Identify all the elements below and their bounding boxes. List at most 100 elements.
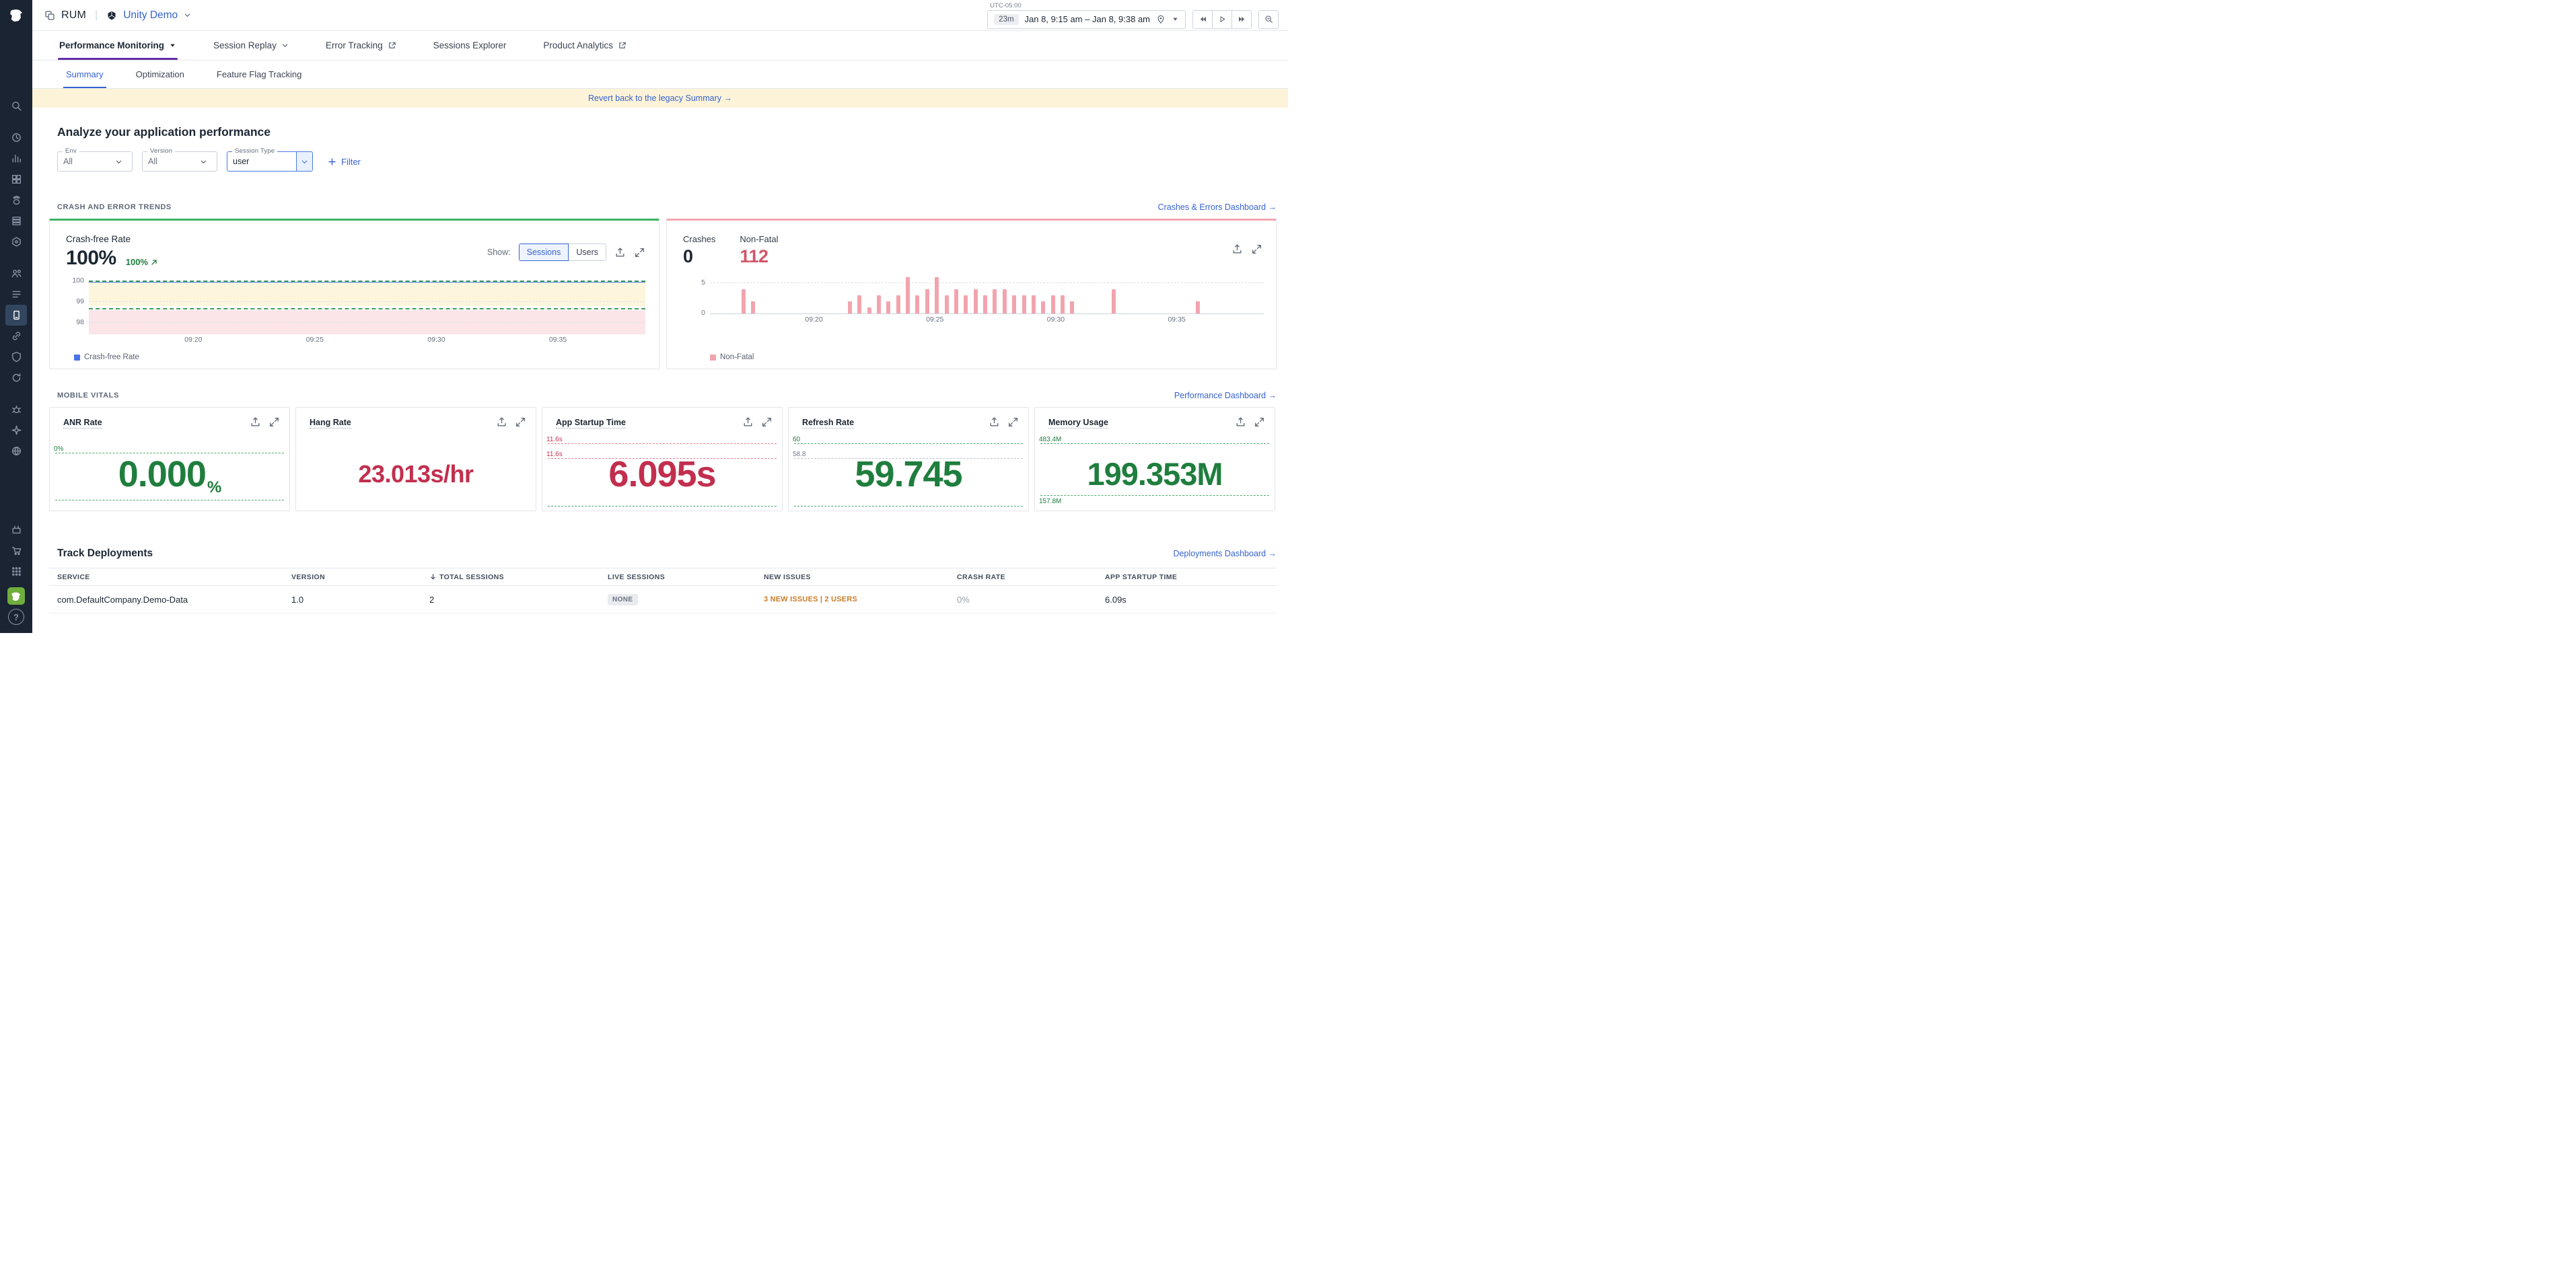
export-icon[interactable]: [742, 416, 754, 428]
subtab-summary[interactable]: Summary: [63, 61, 106, 88]
page-title: Analyze your application performance: [57, 125, 1277, 139]
card-title[interactable]: Hang Rate: [310, 418, 351, 429]
logs-icon[interactable]: [5, 284, 27, 305]
deployments-dashboard-link[interactable]: Deployments Dashboard →: [1173, 549, 1277, 558]
org-avatar[interactable]: [7, 587, 25, 605]
tab-sessions-explorer[interactable]: Sessions Explorer: [433, 31, 507, 60]
history-icon[interactable]: [5, 127, 27, 148]
play-button[interactable]: [1212, 10, 1232, 29]
dashboards-icon[interactable]: [5, 169, 27, 190]
non-fatal-bar: [1032, 295, 1036, 313]
time-range-selector[interactable]: 23m Jan 8, 9:15 am – Jan 8, 9:38 am: [987, 10, 1186, 29]
export-icon[interactable]: [496, 416, 507, 428]
non-fatal-bar: [925, 289, 929, 313]
subtab-optimization[interactable]: Optimization: [133, 61, 187, 88]
pin-icon[interactable]: [1156, 15, 1166, 24]
y-tick: 99: [76, 297, 89, 305]
metrics-icon[interactable]: [5, 148, 27, 169]
app-startup-time-value: 6.095s: [542, 441, 782, 507]
tab-performance-monitoring[interactable]: Performance Monitoring: [59, 31, 176, 60]
chevron-down-icon[interactable]: [184, 11, 191, 19]
export-icon[interactable]: [989, 416, 1000, 428]
cell-version: 1.0: [291, 595, 429, 605]
cell-new-issues[interactable]: 3 NEW ISSUES | 2 USERS: [764, 595, 957, 603]
tab-product-analytics[interactable]: Product Analytics: [543, 31, 627, 60]
ci-pipelines-icon[interactable]: [5, 326, 27, 346]
version-select[interactable]: Version All: [142, 151, 217, 172]
zoom-out-button[interactable]: [1258, 10, 1279, 29]
expand-icon[interactable]: [1007, 416, 1019, 428]
caret-down-icon[interactable]: [1172, 15, 1179, 23]
integrations-icon[interactable]: [5, 519, 27, 540]
add-filter-button[interactable]: Filter: [328, 157, 361, 167]
synthetics-icon[interactable]: [5, 367, 27, 388]
env-select[interactable]: Env All: [57, 151, 133, 172]
toggle-users-button[interactable]: Users: [568, 244, 606, 261]
col-app-startup-time[interactable]: APP STARTUP TIME: [1105, 573, 1277, 581]
skip-back-button[interactable]: [1192, 10, 1213, 29]
export-icon[interactable]: [1231, 244, 1243, 255]
datadog-logo-icon[interactable]: [0, 0, 32, 31]
non-fatal-stat: Non-Fatal 112: [740, 234, 778, 267]
export-icon[interactable]: [614, 247, 626, 258]
performance-dashboard-link[interactable]: Performance Dashboard →: [1174, 391, 1277, 400]
col-live-sessions[interactable]: LIVE SESSIONS: [608, 573, 764, 581]
table-row[interactable]: com.DefaultCompany.Demo-Data 1.0 2 NONE …: [49, 586, 1277, 613]
col-crash-rate[interactable]: CRASH RATE: [957, 573, 1105, 581]
sidebar-bottom-stack: ?: [5, 519, 27, 625]
card-title[interactable]: Refresh Rate: [802, 418, 854, 429]
expand-icon[interactable]: [269, 416, 280, 428]
tab-error-tracking[interactable]: Error Tracking: [326, 31, 396, 60]
non-fatal-bar: [974, 289, 978, 313]
revert-legacy-link[interactable]: Revert back to the legacy Summary →: [588, 94, 732, 103]
non-fatal-bar: [906, 277, 910, 313]
card-title[interactable]: App Startup Time: [556, 418, 626, 429]
x-axis-tick: 09:25: [306, 336, 324, 344]
chart-legend[interactable]: Non-Fatal: [710, 353, 754, 361]
card-title[interactable]: Memory Usage: [1048, 418, 1108, 429]
chart-legend[interactable]: Crash-free Rate: [74, 353, 139, 361]
non-fatal-bar-chart[interactable]: 5 0: [710, 276, 1264, 314]
col-new-issues[interactable]: NEW ISSUES: [764, 573, 957, 581]
col-total-sessions[interactable]: TOTAL SESSIONS: [429, 573, 608, 581]
llm-observability-icon[interactable]: [5, 420, 27, 441]
rum-icon[interactable]: [5, 305, 27, 326]
show-label: Show:: [487, 248, 511, 257]
session-type-select[interactable]: Session Type user: [227, 151, 313, 172]
security-icon[interactable]: [5, 346, 27, 367]
expand-icon[interactable]: [515, 416, 526, 428]
crashes-errors-dashboard-link[interactable]: Crashes & Errors Dashboard →: [1158, 202, 1277, 212]
marketplace-icon[interactable]: [5, 540, 27, 561]
expand-icon[interactable]: [1251, 244, 1262, 255]
cell-app-startup-time: 6.09s: [1105, 595, 1277, 605]
apm-icon[interactable]: [5, 231, 27, 252]
trend-up-icon: [150, 258, 158, 266]
help-icon[interactable]: ?: [8, 609, 24, 625]
skip-forward-button[interactable]: [1231, 10, 1252, 29]
app-switcher[interactable]: Unity Demo: [123, 9, 178, 22]
watchdog-icon[interactable]: [5, 190, 27, 211]
axis-label: 0%: [54, 445, 63, 453]
product-nav-tabs: Performance Monitoring Session Replay Er…: [32, 31, 1288, 61]
subtab-feature-flag-tracking[interactable]: Feature Flag Tracking: [214, 61, 304, 88]
tab-session-replay[interactable]: Session Replay: [213, 31, 289, 60]
non-fatal-bar: [896, 295, 900, 313]
export-icon[interactable]: [1235, 416, 1246, 428]
error-tracking-icon[interactable]: [5, 399, 27, 420]
col-service[interactable]: SERVICE: [57, 573, 291, 581]
expand-icon[interactable]: [634, 247, 645, 258]
export-icon[interactable]: [250, 416, 261, 428]
expand-icon[interactable]: [1254, 416, 1265, 428]
col-version[interactable]: VERSION: [291, 573, 429, 581]
card-title[interactable]: ANR Rate: [63, 418, 102, 429]
memory-usage-value: 199.353M: [1035, 441, 1275, 507]
service-catalog-icon[interactable]: [5, 263, 27, 284]
x-axis-tick: 09:20: [805, 315, 822, 324]
crash-free-rate-chart[interactable]: 100 99 98: [89, 281, 645, 334]
search-icon[interactable]: [5, 96, 27, 116]
infrastructure-icon[interactable]: [5, 211, 27, 231]
toggle-sessions-button[interactable]: Sessions: [519, 244, 569, 261]
expand-icon[interactable]: [761, 416, 773, 428]
apps-icon[interactable]: [5, 561, 27, 582]
software-delivery-icon[interactable]: [5, 441, 27, 461]
